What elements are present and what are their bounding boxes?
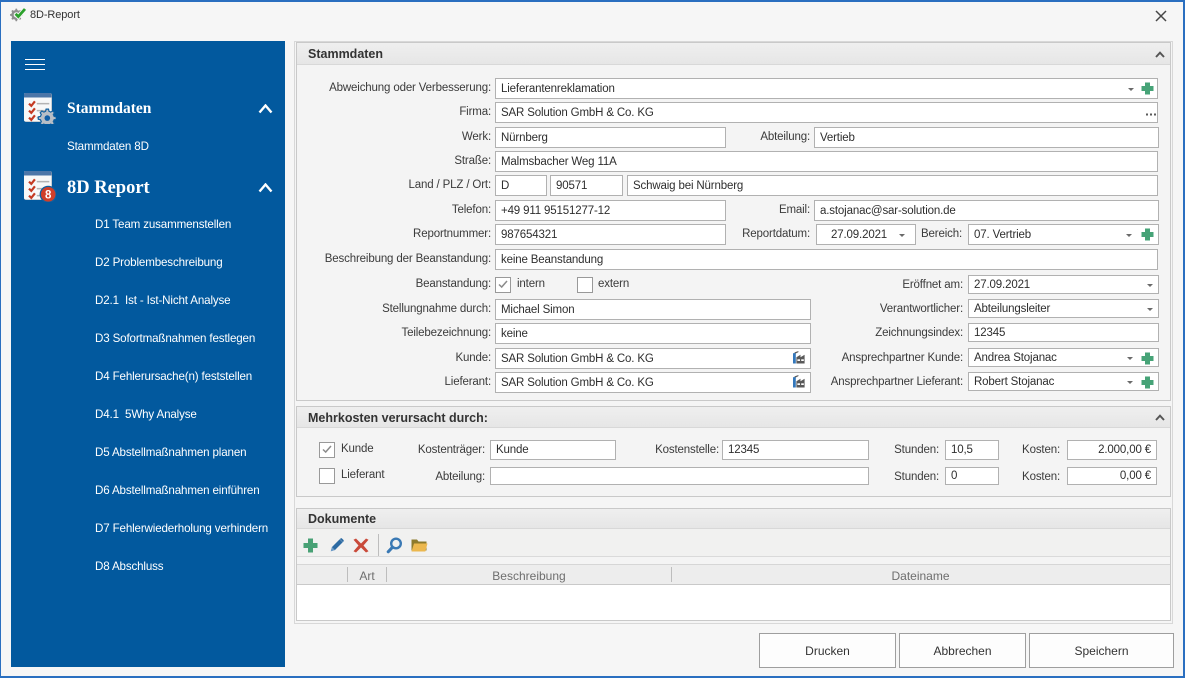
svg-text:8: 8 [45,189,52,201]
